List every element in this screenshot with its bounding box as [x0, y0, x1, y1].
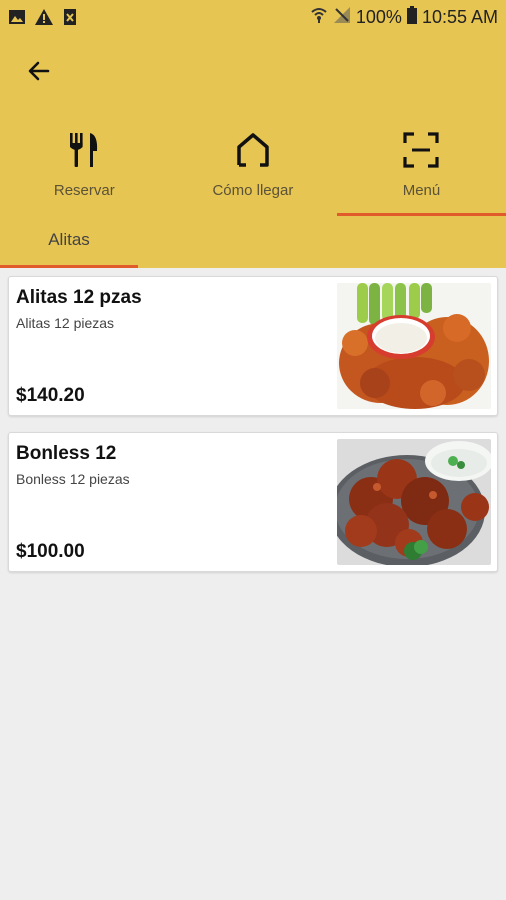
wifi-icon — [310, 6, 328, 29]
arrow-left-icon — [26, 58, 52, 89]
home-icon — [235, 132, 271, 173]
battery-icon — [406, 6, 417, 29]
item-title: Bonless 12 — [16, 443, 117, 464]
status-bar: 100% 10:55 AM — [0, 0, 506, 36]
back-button[interactable] — [22, 56, 56, 90]
clock: 10:55 AM — [421, 7, 498, 27]
battery-percent: 100% — [355, 7, 402, 27]
item-price: $140.20 — [16, 385, 85, 406]
tab-label: Alitas — [48, 230, 90, 249]
item-image — [337, 283, 491, 409]
warning-icon — [34, 8, 54, 31]
nav-reservar[interactable]: Reservar — [0, 120, 169, 216]
item-description: Alitas 12 piezas — [16, 315, 115, 331]
nav-como-llegar[interactable]: Cómo llegar — [169, 120, 338, 216]
app-header: 100% 10:55 AM Reservar Cómo llegar Menú … — [0, 0, 506, 268]
menu-list: Alitas 12 pzas Alitas 12 piezas $140.20 — [8, 276, 498, 588]
nav-menu[interactable]: Menú — [337, 120, 506, 216]
nav-label: Reservar — [53, 182, 115, 199]
nav-label: Menú — [402, 182, 441, 199]
image-icon — [8, 9, 26, 30]
top-navigation: Reservar Cómo llegar Menú — [0, 120, 506, 216]
menu-item-card[interactable]: Alitas 12 pzas Alitas 12 piezas $140.20 — [8, 276, 498, 416]
menu-item-card[interactable]: Bonless 12 Bonless 12 piezas $100.00 — [8, 432, 498, 572]
scan-icon — [403, 131, 440, 173]
file-icon — [62, 8, 78, 31]
item-description: Bonless 12 piezas — [16, 471, 130, 487]
signal-icon — [333, 6, 351, 29]
item-image — [337, 439, 491, 565]
category-tabs: Alitas — [0, 214, 506, 268]
nav-label: Cómo llegar — [212, 182, 294, 199]
tab-alitas[interactable]: Alitas — [0, 214, 138, 268]
item-title: Alitas 12 pzas — [16, 287, 142, 308]
item-price: $100.00 — [16, 541, 85, 562]
utensils-icon — [68, 131, 100, 174]
